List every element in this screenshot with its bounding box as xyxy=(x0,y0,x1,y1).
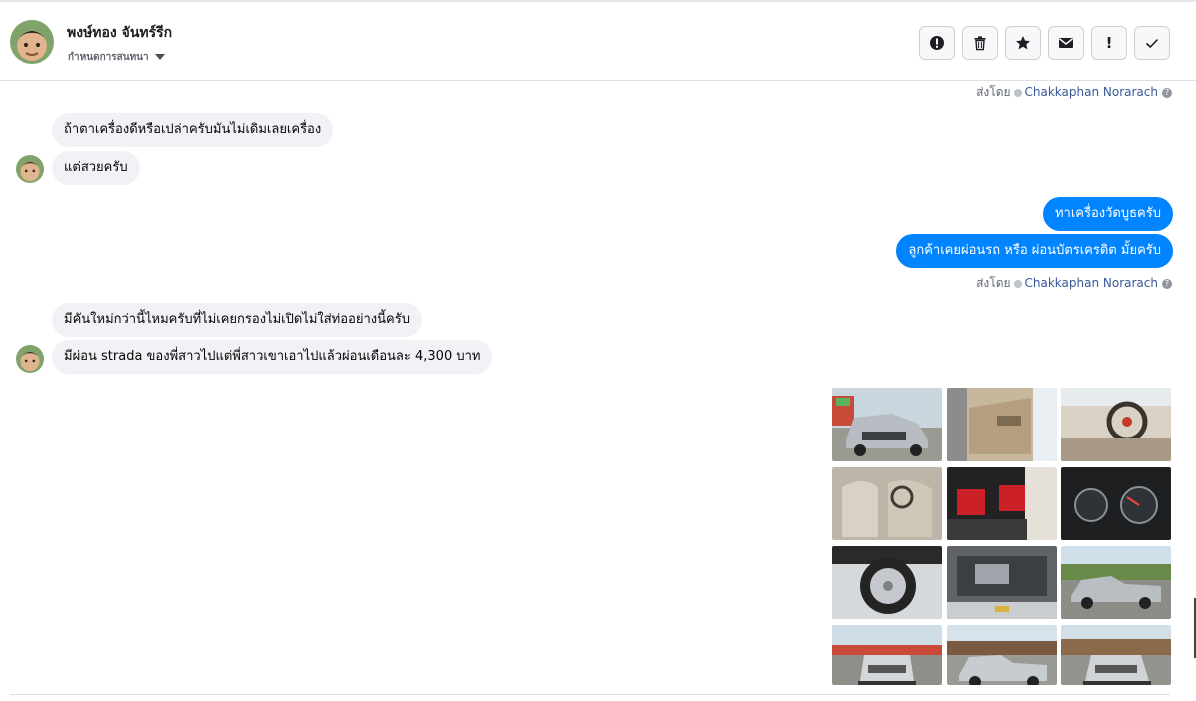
envelope-icon xyxy=(1059,38,1073,48)
sent-by-prefix: ส่งโดย xyxy=(976,85,1011,99)
pickup-photo xyxy=(832,388,942,461)
sent-by-line: ส่งโดย Chakkaphan Norarach? xyxy=(976,274,1172,293)
sent-by-line: ส่งโดย Chakkaphan Norarach? xyxy=(976,83,1172,102)
photo-steering-wheel[interactable] xyxy=(1061,388,1171,461)
dashboard-photo xyxy=(1061,467,1171,540)
photo-red-black-seat[interactable] xyxy=(947,467,1057,540)
conversation-header: พงษ์ทอง จันทร์รีก กำหนดการสนทนา ! xyxy=(0,0,1196,81)
alert-circle-icon xyxy=(930,36,944,50)
photo-wheel-rim[interactable] xyxy=(832,546,942,619)
wheel-photo xyxy=(832,546,942,619)
avatar-image xyxy=(16,345,44,373)
photo-pickup-side[interactable] xyxy=(1061,546,1171,619)
photo-gauge-cluster[interactable] xyxy=(1061,467,1171,540)
mark-spam-button[interactable] xyxy=(919,26,955,60)
sender-avatar[interactable] xyxy=(16,155,44,183)
delete-button[interactable] xyxy=(962,26,998,60)
sent-by-prefix: ส่งโดย xyxy=(976,276,1011,290)
avatar-image xyxy=(16,155,44,183)
photo-silver-pickup-front[interactable] xyxy=(832,388,942,461)
interior-photo xyxy=(1061,388,1171,461)
message-bubble-outgoing[interactable]: ลูกค้าเคยผ่อนรถ หรือ ผ่อนบัตรเครดิต มั้ย… xyxy=(896,234,1173,268)
pickup-photo xyxy=(832,625,942,685)
message-bubble-incoming[interactable]: มีคันใหม่กว่านี้ไหมครับที่ไม่เคยกรองไม่เ… xyxy=(52,303,422,337)
exclamation-icon: ! xyxy=(1105,34,1113,52)
photo-engine-bay[interactable] xyxy=(947,546,1057,619)
mark-unread-button[interactable] xyxy=(1048,26,1084,60)
interior-photo xyxy=(947,467,1057,540)
message-bubble-outgoing[interactable]: ทาเครื่องวัดบูธครับ xyxy=(1042,197,1173,231)
caret-down-icon xyxy=(154,54,165,60)
photo-door-interior[interactable] xyxy=(947,388,1057,461)
photo-pickup-rear-right[interactable] xyxy=(1061,625,1171,685)
sender-name-link[interactable]: Chakkaphan Norarach xyxy=(1025,276,1158,290)
message-bubble-incoming[interactable]: มีผ่อน strada ของพี่สาวไปแต่พี่สาวเขาเอา… xyxy=(52,340,493,374)
sender-name-link[interactable]: Chakkaphan Norarach xyxy=(1025,85,1158,99)
message-bubble-incoming[interactable]: แต่สวยครับ xyxy=(52,151,140,185)
star-button[interactable] xyxy=(1005,26,1041,60)
help-icon[interactable]: ? xyxy=(1162,278,1172,289)
verified-icon xyxy=(1013,88,1022,97)
interior-photo xyxy=(832,467,942,540)
interior-photo xyxy=(947,388,1057,461)
trash-icon xyxy=(974,36,986,51)
photo-front-seats[interactable] xyxy=(832,467,942,540)
conversation-schedule-dropdown[interactable]: กำหนดการสนทนา xyxy=(68,50,165,65)
mark-done-button[interactable] xyxy=(1134,26,1170,60)
pickup-photo xyxy=(1061,546,1171,619)
pickup-photo xyxy=(947,625,1057,685)
verified-icon xyxy=(1013,279,1022,288)
avatar-image xyxy=(10,20,54,64)
contact-name[interactable]: พงษ์ทอง จันทร์รีก xyxy=(67,22,172,44)
message-bubble-incoming[interactable]: ถ้าตาเครื่องดีหรือเปล่าครับมันไม่เดิมเลย… xyxy=(52,113,334,147)
schedule-label: กำหนดการสนทนา xyxy=(68,52,149,63)
star-icon xyxy=(1016,36,1030,50)
check-icon xyxy=(1145,38,1159,49)
engine-photo xyxy=(947,546,1057,619)
avatar[interactable] xyxy=(10,20,54,64)
pickup-photo xyxy=(1061,625,1171,685)
sender-avatar[interactable] xyxy=(16,345,44,373)
help-icon[interactable]: ? xyxy=(1162,87,1172,98)
important-button[interactable]: ! xyxy=(1091,26,1127,60)
photo-pickup-rear-lot[interactable] xyxy=(832,625,942,685)
photo-pickup-side-lot[interactable] xyxy=(947,625,1057,685)
